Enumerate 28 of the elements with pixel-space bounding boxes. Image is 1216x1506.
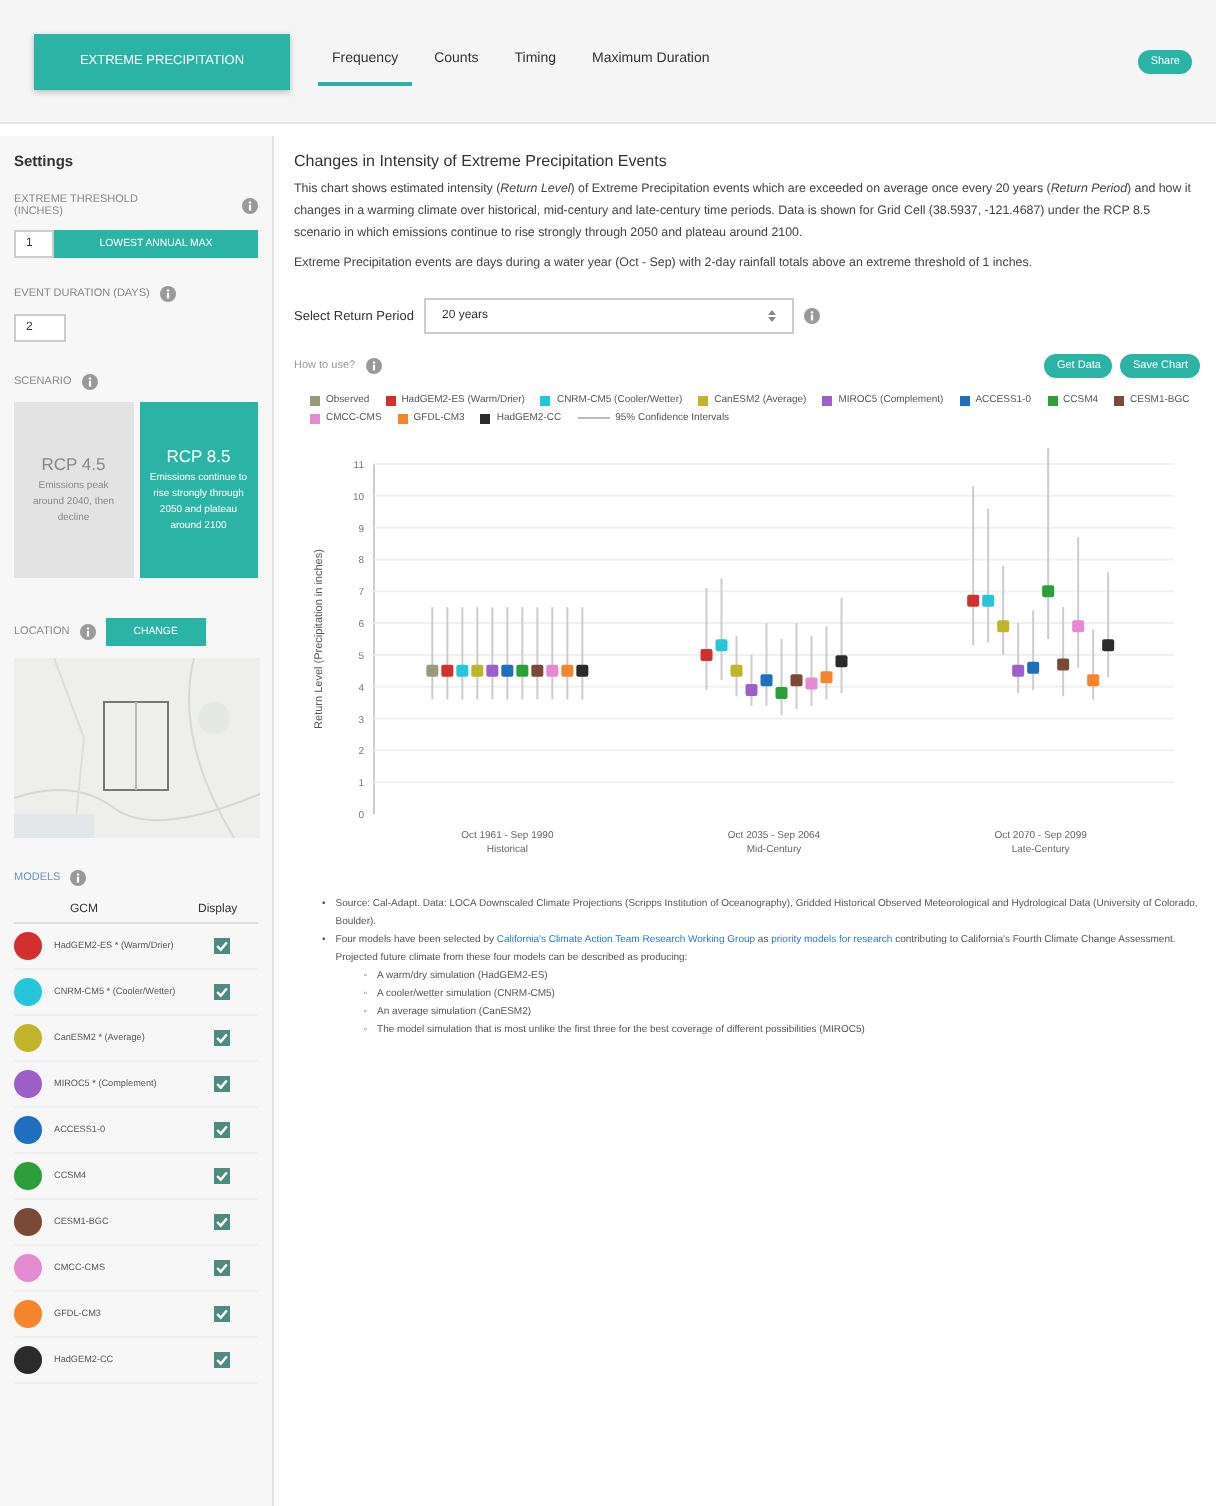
data-point[interactable] [790,674,803,687]
display-checkbox[interactable] [214,1214,230,1230]
data-point[interactable] [835,655,848,668]
info-icon[interactable] [81,374,98,390]
info-icon[interactable] [365,358,382,374]
display-checkbox[interactable] [214,1168,230,1184]
info-icon[interactable] [70,870,87,886]
data-point[interactable] [576,664,589,677]
page-title: Changes in Intensity of Extreme Precipitation Events [294,152,669,170]
display-checkbox[interactable] [214,1030,230,1046]
scenario-title: RCP 8.5 [166,446,231,466]
sort-arrows-icon [767,310,776,322]
data-point[interactable] [1102,639,1115,652]
display-checkbox[interactable] [214,1260,230,1276]
data-point[interactable] [1057,658,1070,671]
display-checkbox[interactable] [214,1306,230,1322]
info-icon[interactable] [159,286,176,302]
display-checkbox[interactable] [214,938,230,954]
display-checkbox[interactable] [214,1122,230,1138]
info-icon[interactable] [79,624,96,640]
display-checkbox[interactable] [214,984,230,1000]
info-icon[interactable] [242,198,258,214]
data-point[interactable] [531,664,544,677]
display-checkbox[interactable] [214,1352,230,1368]
info-icon[interactable] [803,308,820,324]
line-icon [577,416,610,420]
scenario-title: RCP 4.5 [41,454,106,474]
display-checkbox[interactable] [214,1076,230,1092]
